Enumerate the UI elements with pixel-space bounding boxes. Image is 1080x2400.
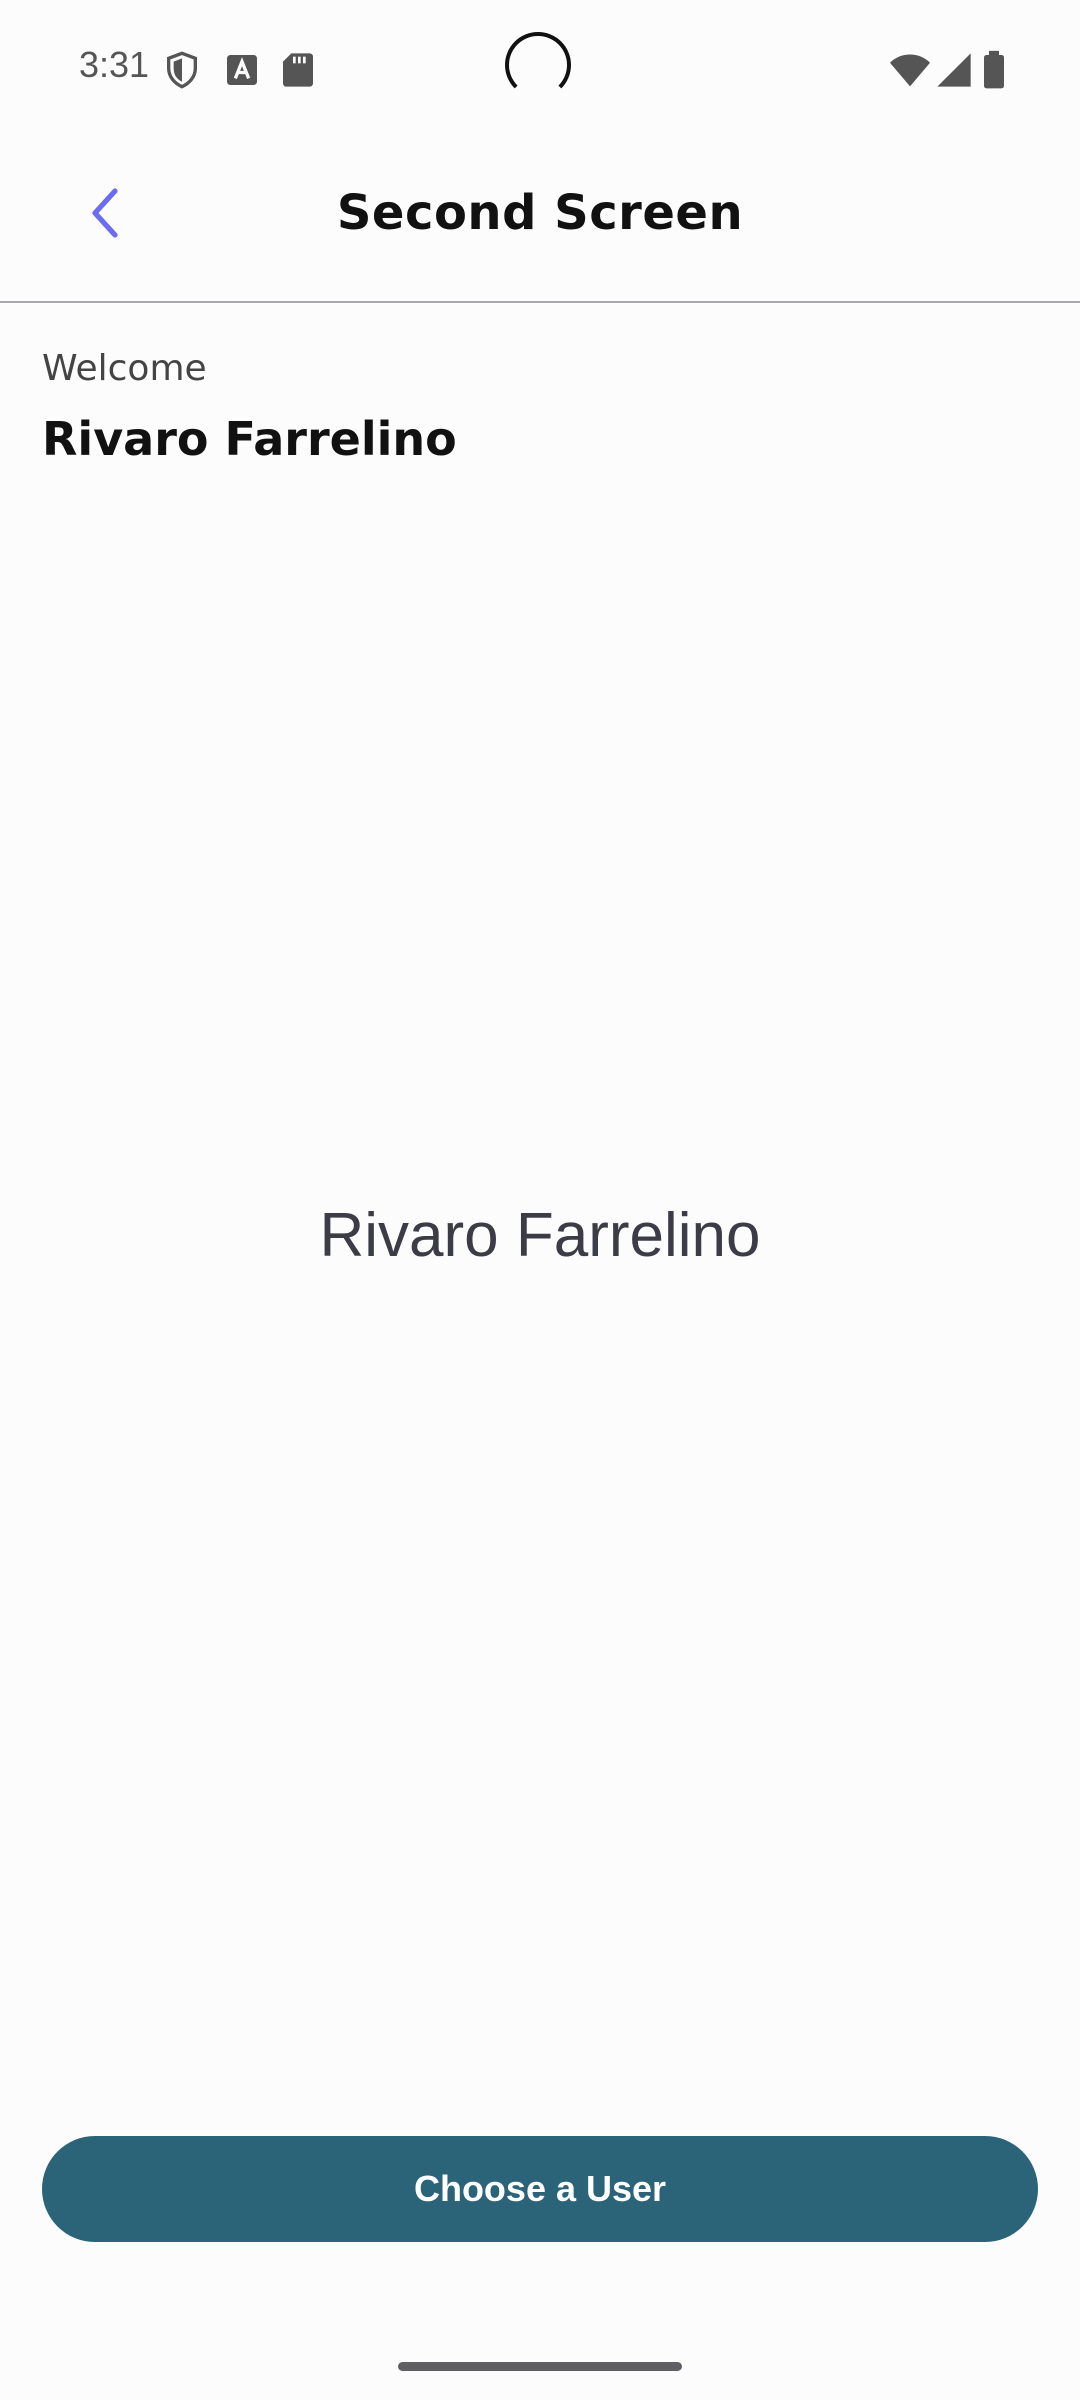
- status-time: 3:31: [79, 44, 150, 85]
- page-title: Second Screen: [336, 185, 744, 241]
- welcome-user-name: Rivaro Farrelino: [42, 412, 457, 466]
- signal-icon: [934, 50, 974, 90]
- gesture-navigation-bar[interactable]: [398, 2362, 682, 2371]
- status-bar: 3:31: [0, 0, 1080, 135]
- wifi-icon: [888, 50, 932, 90]
- welcome-label: Welcome: [42, 348, 207, 389]
- battery-icon: [980, 50, 1008, 90]
- camera-cutout: [505, 32, 571, 98]
- keyboard-a-icon: [222, 50, 262, 90]
- top-app-bar: Second Screen: [0, 135, 1080, 303]
- choose-user-button[interactable]: Choose a User: [42, 2136, 1038, 2242]
- second-screen: 3:31 Second Screen Welcome Rivaro Farrel…: [0, 0, 1080, 2400]
- selected-user-name: Rivaro Farrelino: [319, 1201, 761, 1270]
- shield-icon: [162, 50, 202, 90]
- sd-card-icon: [278, 50, 318, 90]
